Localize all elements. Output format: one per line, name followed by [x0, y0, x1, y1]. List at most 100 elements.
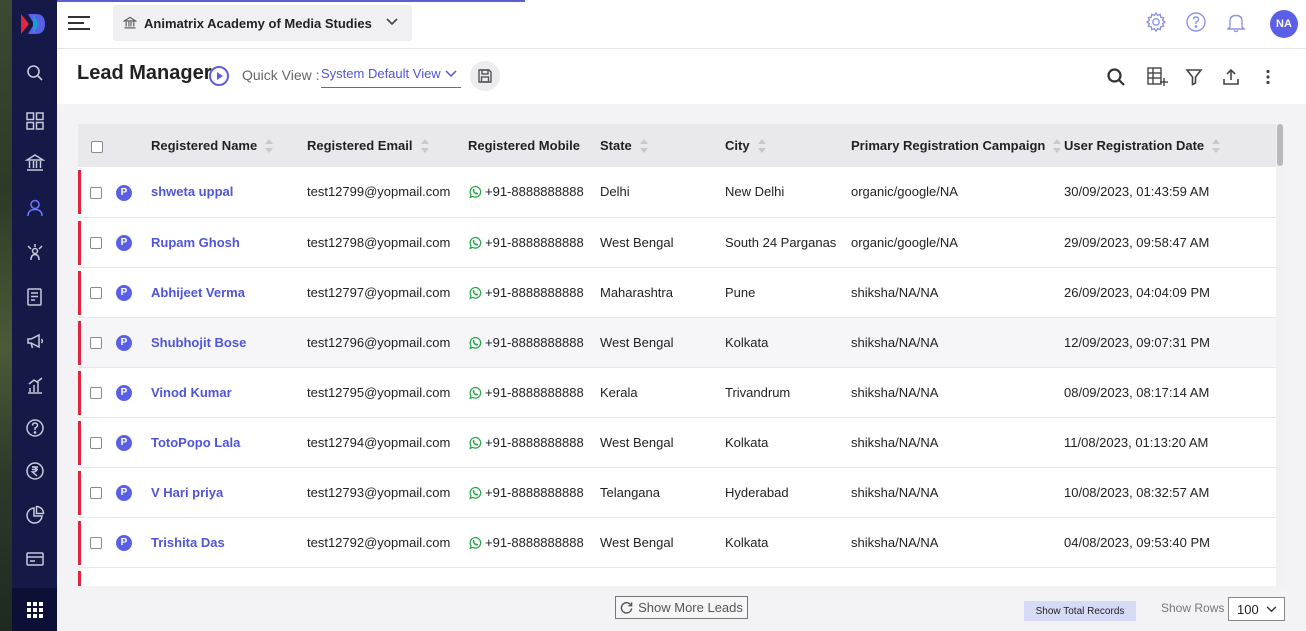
- whatsapp-icon[interactable]: [468, 386, 482, 400]
- lead-row[interactable]: P Vinod Kumar test12795@yopmail.com +91-…: [78, 367, 1277, 417]
- whatsapp-icon[interactable]: [468, 436, 482, 450]
- more-options-button[interactable]: [1257, 66, 1279, 88]
- show-rows-label: Show Rows: [1161, 601, 1225, 615]
- lead-row-partial[interactable]: [78, 567, 1277, 586]
- lead-name-link[interactable]: Vinod Kumar: [151, 385, 232, 400]
- row-checkbox[interactable]: [90, 437, 102, 450]
- show-rows-select[interactable]: 100: [1228, 597, 1285, 621]
- search-icon: [1107, 68, 1125, 86]
- filter-button[interactable]: [1183, 66, 1205, 88]
- city-cell: South 24 Parganas: [725, 234, 837, 250]
- lead-distribution-icon[interactable]: [12, 233, 57, 273]
- table-scrollbar[interactable]: [1276, 124, 1284, 586]
- leads-table: Registered Name Registered Email Registe…: [78, 124, 1277, 586]
- apps-grid-icon[interactable]: [12, 588, 57, 631]
- lead-name-cell: Vinod Kumar: [151, 367, 307, 417]
- whatsapp-icon[interactable]: [468, 286, 482, 300]
- sort-icon[interactable]: [265, 139, 274, 154]
- lead-badge: P: [116, 284, 132, 301]
- search-icon[interactable]: [12, 53, 57, 93]
- rail-background-strip: [0, 0, 12, 631]
- export-button[interactable]: [1220, 66, 1242, 88]
- lead-row[interactable]: P shweta uppal test12799@yopmail.com +91…: [78, 167, 1277, 217]
- sort-icon[interactable]: [1053, 139, 1062, 154]
- column-header-state[interactable]: State: [600, 124, 725, 167]
- lead-row[interactable]: P Shubhojit Bose test12796@yopmail.com +…: [78, 317, 1277, 367]
- whatsapp-icon[interactable]: [468, 536, 482, 550]
- lead-row[interactable]: P Trishita Das test12792@yopmail.com +91…: [78, 517, 1277, 567]
- badge-cell: P: [116, 317, 151, 367]
- row-checkbox[interactable]: [90, 287, 102, 300]
- row-checkbox[interactable]: [90, 487, 102, 500]
- lead-name-link[interactable]: V Hari priya: [151, 485, 223, 500]
- analytics-chart-icon[interactable]: [12, 365, 57, 405]
- search-leads-button[interactable]: [1105, 66, 1127, 88]
- whatsapp-icon[interactable]: [468, 236, 482, 250]
- save-view-button[interactable]: [470, 61, 500, 91]
- select-all-checkbox[interactable]: [91, 140, 103, 153]
- sort-icon[interactable]: [420, 139, 429, 154]
- notification-bell-icon[interactable]: [1225, 11, 1247, 33]
- sort-icon[interactable]: [757, 139, 766, 154]
- show-total-records-button[interactable]: Show Total Records: [1024, 601, 1136, 621]
- app-logo-icon[interactable]: [19, 12, 47, 36]
- row-checkbox[interactable]: [90, 387, 102, 400]
- forms-icon[interactable]: [12, 277, 57, 317]
- lead-row[interactable]: P Abhijeet Verma test12797@yopmail.com +…: [78, 267, 1277, 317]
- institution-icon[interactable]: [12, 143, 57, 183]
- row-checkbox[interactable]: [90, 237, 102, 250]
- column-header-name[interactable]: Registered Name: [151, 124, 307, 167]
- row-checkbox[interactable]: [90, 537, 102, 550]
- refresh-icon: [620, 602, 633, 614]
- badge-cell: P: [116, 267, 151, 317]
- sort-icon[interactable]: [1212, 139, 1221, 154]
- column-header-registration-date[interactable]: User Registration Date: [1064, 124, 1277, 167]
- lead-row[interactable]: P V Hari priya test12793@yopmail.com +91…: [78, 467, 1277, 517]
- lead-name-link[interactable]: Trishita Das: [151, 535, 225, 550]
- column-header-city[interactable]: City: [725, 124, 851, 167]
- lead-row[interactable]: P TotoPopo Lala test12794@yopmail.com +9…: [78, 417, 1277, 467]
- whatsapp-icon[interactable]: [468, 185, 482, 199]
- institute-selector[interactable]: Animatrix Academy of Media Studies: [113, 5, 412, 41]
- quick-view-select[interactable]: System Default View: [321, 64, 461, 88]
- column-header-mobile[interactable]: Registered Mobile: [468, 124, 600, 167]
- lead-name-link[interactable]: Abhijeet Verma: [151, 285, 245, 300]
- row-checkbox[interactable]: [90, 337, 102, 350]
- help-circle-icon[interactable]: [12, 408, 57, 448]
- institute-name: Animatrix Academy of Media Studies: [144, 15, 372, 31]
- badge-cell: P: [116, 367, 151, 417]
- settings-gear-icon[interactable]: [1145, 11, 1167, 33]
- city-cell: Hyderabad: [725, 484, 789, 500]
- whatsapp-icon[interactable]: [468, 486, 482, 500]
- lead-badge: P: [116, 234, 132, 251]
- leads-user-icon[interactable]: [12, 188, 57, 228]
- scrollbar-thumb[interactable]: [1277, 124, 1283, 166]
- column-header-campaign[interactable]: Primary Registration Campaign: [851, 124, 1064, 167]
- manage-columns-button[interactable]: [1146, 66, 1168, 88]
- megaphone-icon[interactable]: [12, 321, 57, 361]
- pie-chart-icon[interactable]: [12, 495, 57, 535]
- menu-toggle-icon[interactable]: [68, 15, 90, 31]
- lead-name-link[interactable]: Rupam Ghosh: [151, 235, 240, 250]
- show-more-leads-label: Show More Leads: [638, 600, 743, 615]
- lead-name-link[interactable]: Shubhojit Bose: [151, 335, 246, 350]
- row-select-cell: [78, 267, 116, 317]
- billing-card-icon[interactable]: [12, 539, 57, 579]
- play-tutorial-icon[interactable]: [209, 66, 229, 86]
- campaign-cell: shiksha/NA/NA: [851, 434, 939, 450]
- user-avatar[interactable]: NA: [1270, 10, 1298, 38]
- lead-name-link[interactable]: shweta uppal: [151, 184, 233, 199]
- whatsapp-icon[interactable]: [468, 336, 482, 350]
- mobile-number: +91-8888888888: [485, 234, 584, 250]
- help-icon[interactable]: [1185, 11, 1207, 33]
- city-cell: Kolkata: [725, 434, 769, 450]
- sort-icon[interactable]: [639, 139, 648, 154]
- show-more-leads-button[interactable]: Show More Leads: [615, 596, 748, 619]
- column-header-email[interactable]: Registered Email: [307, 124, 468, 167]
- lead-row[interactable]: P Rupam Ghosh test12798@yopmail.com +91-…: [78, 217, 1277, 267]
- lead-name-link[interactable]: TotoPopo Lala: [151, 435, 240, 450]
- rupee-payments-icon[interactable]: [12, 451, 57, 491]
- row-checkbox[interactable]: [90, 186, 102, 199]
- upload-export-icon: [1223, 68, 1239, 85]
- dashboard-icon[interactable]: [12, 101, 57, 141]
